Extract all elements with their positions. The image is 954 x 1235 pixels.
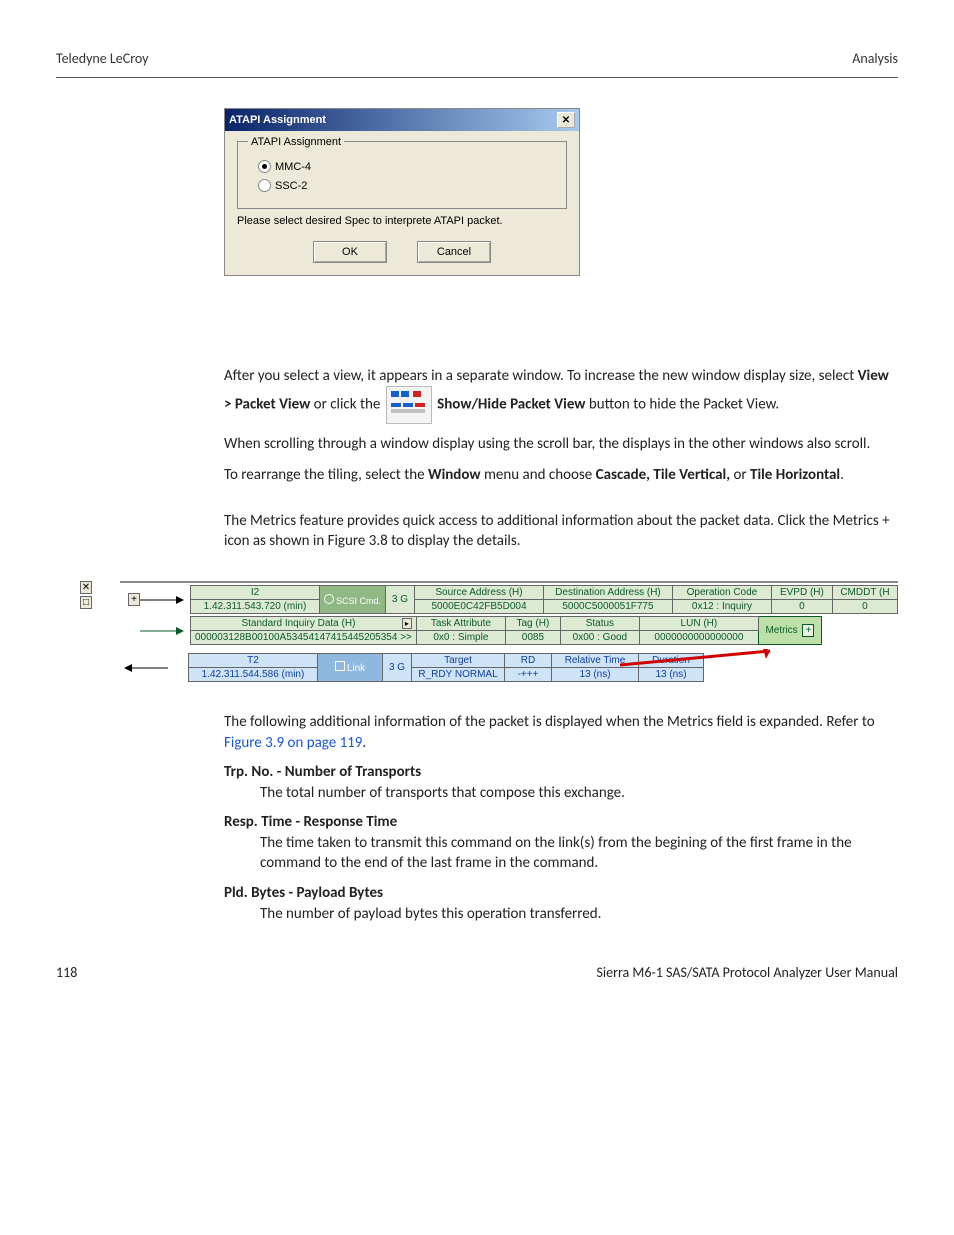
arrow-right-icon bbox=[140, 624, 184, 638]
arrow-right-icon bbox=[140, 593, 184, 607]
page-number: 118 bbox=[56, 964, 77, 981]
show-hide-label: Show/Hide Packet View bbox=[434, 396, 586, 414]
close-icon[interactable]: ✕ bbox=[557, 112, 575, 128]
para-expanded: The following additional information of … bbox=[224, 712, 894, 753]
cell-link-hdr: Link bbox=[318, 654, 383, 682]
atapi-hint: Please select desired Spec to interprete… bbox=[237, 215, 567, 227]
cell-task-h: Task Attribute bbox=[416, 617, 505, 631]
para1-mid: or click the bbox=[310, 396, 383, 414]
para-tiling: To rearrange the tiling, select the Wind… bbox=[224, 465, 894, 485]
para-view-instructions: After you select a view, it appears in a… bbox=[224, 366, 894, 424]
cell-std: 000003128B00100A53454147415445205354 >> bbox=[191, 631, 417, 645]
cell-status: 0x00 : Good bbox=[560, 631, 639, 645]
cell-std-h: Standard Inquiry Data (H) ▸ bbox=[191, 617, 417, 631]
p5dot: . bbox=[362, 734, 366, 752]
cell-status-h: Status bbox=[560, 617, 639, 631]
cell-lun-h: LUN (H) bbox=[639, 617, 758, 631]
def-pld-title: Pld. Bytes - Payload Bytes bbox=[224, 884, 894, 902]
cell-op-h: Operation Code bbox=[672, 586, 771, 600]
radio-selected-icon bbox=[258, 160, 271, 173]
cell-target: R_RDY NORMAL bbox=[412, 668, 505, 682]
tile-options: Cascade, Tile Vertical, bbox=[596, 466, 730, 484]
window-menu: Window bbox=[428, 466, 481, 484]
cell-dst: 5000C5000051F775 bbox=[543, 600, 672, 614]
def-trp-body: The total number of transports that comp… bbox=[260, 783, 894, 803]
cell-target-h: Target bbox=[412, 654, 505, 668]
def-resp-body: The time taken to transmit this command … bbox=[260, 833, 894, 874]
para1-end: button to hide the Packet View. bbox=[586, 396, 780, 414]
cell-i2: I2 bbox=[191, 586, 320, 600]
expand-plus-icon[interactable]: + bbox=[128, 593, 140, 606]
header-left: Teledyne LeCroy bbox=[56, 50, 149, 67]
cell-dur: 13 (ns) bbox=[639, 668, 704, 682]
def-pld-body: The number of payload bytes this operati… bbox=[260, 904, 894, 924]
cell-src: 5000E0C42FB5D004 bbox=[414, 600, 543, 614]
tile-horizontal: Tile Horizontal bbox=[750, 466, 840, 484]
para-metrics: The Metrics feature provides quick acces… bbox=[224, 511, 894, 552]
cell-tag-h: Tag (H) bbox=[505, 617, 560, 631]
cell-tag: 0085 bbox=[505, 631, 560, 645]
packet-row-inquiry: Standard Inquiry Data (H) ▸ Task Attribu… bbox=[190, 616, 822, 645]
collapse-x-icon[interactable]: ✕ bbox=[80, 581, 92, 594]
radio-mmc4[interactable]: MMC-4 bbox=[258, 160, 556, 173]
cell-cmddt-h: CMDDT (H bbox=[832, 586, 897, 600]
packet-row-scsi: I2 SCSI Cmd. 3 G Source Address (H) Dest… bbox=[190, 585, 898, 614]
cell-rel: 13 (ns) bbox=[552, 668, 639, 682]
cell-rd: -+++ bbox=[505, 668, 552, 682]
cell-cmddt: 0 bbox=[832, 600, 897, 614]
manual-title: Sierra M6-1 SAS/SATA Protocol Analyzer U… bbox=[596, 964, 898, 981]
atapi-legend: ATAPI Assignment bbox=[248, 136, 344, 148]
header-rule bbox=[56, 77, 898, 78]
cell-dst-h: Destination Address (H) bbox=[543, 586, 672, 600]
p3mid: menu and choose bbox=[481, 466, 596, 484]
p3dot: . bbox=[840, 466, 844, 484]
radio-ssc2-label: SSC-2 bbox=[275, 180, 307, 192]
cell-evpd: 0 bbox=[771, 600, 832, 614]
arrow-left-icon bbox=[124, 661, 168, 675]
expand-square-icon[interactable]: □ bbox=[80, 596, 92, 609]
cell-ts1: 1.42.311.543.720 (min) bbox=[191, 600, 320, 614]
p3or: or bbox=[730, 466, 750, 484]
def-trp-title: Trp. No. - Number of Transports bbox=[224, 763, 894, 781]
atapi-fieldset: ATAPI Assignment MMC-4 SSC-2 bbox=[237, 141, 567, 209]
radio-ssc2[interactable]: SSC-2 bbox=[258, 179, 556, 192]
expand-icon[interactable]: ▸ bbox=[402, 618, 412, 629]
cell-3g-2: 3 G bbox=[383, 654, 412, 682]
cell-lun: 0000000000000000 bbox=[639, 631, 758, 645]
cell-src-h: Source Address (H) bbox=[414, 586, 543, 600]
figure-3-9-link[interactable]: Figure 3.9 on page 119 bbox=[224, 734, 362, 752]
para-scrolling: When scrolling through a window display … bbox=[224, 434, 894, 454]
radio-unselected-icon bbox=[258, 179, 271, 192]
metrics-button[interactable]: Metrics + bbox=[758, 617, 821, 645]
cell-t2: T2 bbox=[189, 654, 318, 668]
metrics-plus-icon[interactable]: + bbox=[802, 624, 814, 637]
red-arrow-annotation bbox=[620, 649, 780, 669]
cell-evpd-h: EVPD (H) bbox=[771, 586, 832, 600]
cell-op: 0x12 : Inquiry bbox=[672, 600, 771, 614]
show-hide-packet-view-icon bbox=[386, 386, 432, 424]
cancel-button[interactable]: Cancel bbox=[417, 241, 491, 263]
def-resp-title: Resp. Time - Response Time bbox=[224, 813, 894, 831]
p3a: To rearrange the tiling, select the bbox=[224, 466, 428, 484]
p5a: The following additional information of … bbox=[224, 713, 875, 731]
atapi-title: ATAPI Assignment bbox=[229, 114, 326, 126]
cell-task: 0x0 : Simple bbox=[416, 631, 505, 645]
header-right: Analysis bbox=[852, 50, 898, 67]
cell-rd-h: RD bbox=[505, 654, 552, 668]
packet-view-figure: ✕ □ + I2 SCSI Cmd. 3 G Source Address (H… bbox=[80, 581, 898, 682]
atapi-dialog: ATAPI Assignment ✕ ATAPI Assignment MMC-… bbox=[224, 108, 580, 276]
ok-button[interactable]: OK bbox=[313, 241, 387, 263]
cell-ts3: 1.42.311.544.586 (min) bbox=[189, 668, 318, 682]
cell-scsi-cmd: SCSI Cmd. bbox=[319, 586, 385, 614]
radio-mmc4-label: MMC-4 bbox=[275, 161, 311, 173]
para1a: After you select a view, it appears in a… bbox=[224, 367, 858, 385]
cell-3g-1: 3 G bbox=[386, 586, 415, 614]
